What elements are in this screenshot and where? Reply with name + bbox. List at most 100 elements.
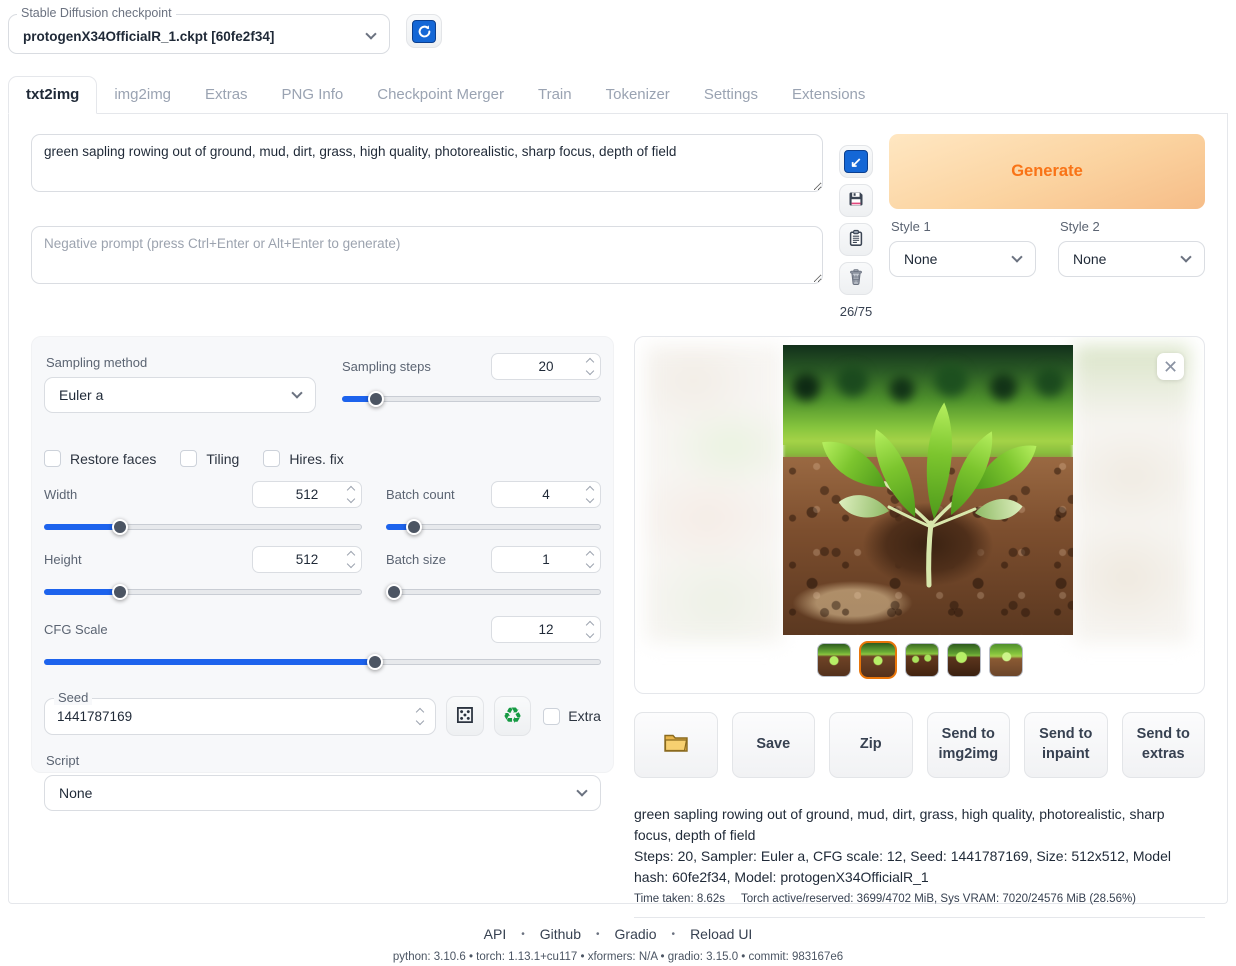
chevron-down-icon: [1180, 251, 1191, 262]
gallery-blur-left: [645, 345, 783, 643]
image-gallery: ✕: [634, 336, 1205, 694]
extra-seed-checkbox[interactable]: Extra: [543, 708, 601, 725]
slider-handle[interactable]: [368, 391, 384, 407]
generation-params-text: Steps: 20, Sampler: Euler a, CFG scale: …: [634, 846, 1205, 888]
hires-fix-checkbox[interactable]: Hires. fix: [263, 450, 343, 467]
restore-faces-label: Restore faces: [70, 451, 156, 467]
slider-handle[interactable]: [112, 519, 128, 535]
image-actions-row: Save Zip Send to img2img Send to inpaint…: [634, 712, 1205, 778]
thumbnail-1[interactable]: [817, 643, 851, 677]
script-dropdown[interactable]: None: [44, 775, 601, 811]
send-to-extras-button[interactable]: Send to extras: [1122, 712, 1206, 778]
open-folder-button[interactable]: [634, 712, 718, 778]
thumbnail-5[interactable]: [989, 643, 1023, 677]
checkbox-icon[interactable]: [180, 450, 197, 467]
send-to-img2img-button[interactable]: Send to img2img: [927, 712, 1011, 778]
prompt-input[interactable]: green sapling rowing out of ground, mud,…: [31, 134, 823, 192]
tab-settings[interactable]: Settings: [687, 77, 775, 113]
arrow-down-left-icon: ↙: [844, 150, 868, 173]
close-icon[interactable]: ✕: [1157, 353, 1184, 380]
style2-dropdown[interactable]: None: [1058, 241, 1205, 277]
width-slider[interactable]: [44, 519, 362, 535]
batch-size-slider[interactable]: [386, 584, 601, 600]
sampling-steps-slider[interactable]: [342, 391, 601, 407]
clear-prompt-button[interactable]: [839, 262, 873, 295]
width-label: Width: [44, 487, 77, 502]
chevron-down-icon: [576, 785, 587, 796]
style2-label: Style 2: [1060, 219, 1205, 234]
stepper-arrows-icon[interactable]: [587, 552, 593, 567]
save-style-button[interactable]: [839, 184, 873, 217]
checkpoint-dropdown[interactable]: Stable Diffusion checkpoint protogenX34O…: [8, 14, 390, 54]
checkbox-icon[interactable]: [263, 450, 280, 467]
slider-handle[interactable]: [112, 584, 128, 600]
tab-extensions[interactable]: Extensions: [775, 77, 882, 113]
sampling-method-dropdown[interactable]: Euler a: [44, 377, 316, 413]
token-counter: 26/75: [840, 304, 873, 319]
apply-style-button[interactable]: [839, 223, 873, 256]
extra-label: Extra: [568, 708, 601, 724]
stepper-arrows-icon[interactable]: [587, 359, 593, 374]
cfg-scale-slider[interactable]: [44, 654, 601, 670]
github-link[interactable]: Github: [540, 926, 581, 942]
restore-faces-checkbox[interactable]: Restore faces: [44, 450, 156, 467]
parameters-and-output: Sampling method Euler a Sampling steps 2…: [31, 336, 1205, 918]
tab-tokenizer[interactable]: Tokenizer: [589, 77, 687, 113]
generated-image[interactable]: [783, 345, 1073, 635]
stepper-arrows-icon[interactable]: [587, 487, 593, 502]
batch-count-slider[interactable]: [386, 519, 601, 535]
tab-extras[interactable]: Extras: [188, 77, 265, 113]
slider-handle[interactable]: [406, 519, 422, 535]
time-taken: Time taken: 8.62s: [634, 893, 725, 905]
style1-dropdown[interactable]: None: [889, 241, 1036, 277]
tab-checkpoint-merger[interactable]: Checkpoint Merger: [360, 77, 521, 113]
checkbox-icon[interactable]: [44, 450, 61, 467]
zip-button[interactable]: Zip: [829, 712, 913, 778]
checkbox-icon[interactable]: [543, 708, 560, 725]
reload-ui-link[interactable]: Reload UI: [690, 926, 752, 942]
chevron-down-icon: [1011, 251, 1022, 262]
tab-train[interactable]: Train: [521, 77, 589, 113]
api-link[interactable]: API: [484, 926, 507, 942]
sampling-steps-input[interactable]: 20: [491, 353, 601, 380]
generate-button[interactable]: Generate: [889, 134, 1205, 209]
tab-img2img[interactable]: img2img: [97, 77, 188, 113]
batch-size-input[interactable]: 1: [491, 546, 601, 573]
version-info: python: 3.10.6 • torch: 1.13.1+cu117 • x…: [0, 951, 1236, 963]
script-label: Script: [46, 753, 601, 768]
height-input[interactable]: 512: [252, 546, 362, 573]
slider-handle[interactable]: [367, 654, 383, 670]
thumbnail-2-selected[interactable]: [859, 641, 897, 679]
styles-row: Style 1 None Style 2 None: [889, 213, 1205, 277]
tab-txt2img[interactable]: txt2img: [8, 76, 97, 114]
batch-count-label: Batch count: [386, 487, 455, 502]
batch-count-input[interactable]: 4: [491, 481, 601, 508]
slider-handle[interactable]: [386, 584, 402, 600]
stepper-arrows-icon[interactable]: [348, 552, 354, 567]
reuse-seed-button[interactable]: ♻: [494, 696, 532, 736]
paste-generation-params-button[interactable]: ↙: [839, 145, 873, 178]
tiling-checkbox[interactable]: Tiling: [180, 450, 239, 467]
refresh-checkpoint-button[interactable]: [406, 14, 442, 48]
cfg-scale-input[interactable]: 12: [491, 616, 601, 643]
stepper-arrows-icon[interactable]: [417, 709, 423, 724]
thumbnail-3[interactable]: [905, 643, 939, 677]
stepper-arrows-icon[interactable]: [348, 487, 354, 502]
random-seed-button[interactable]: ⚄: [446, 696, 484, 736]
sapling-graphic: [783, 345, 1073, 635]
thumbnail-4[interactable]: [947, 643, 981, 677]
width-input[interactable]: 512: [252, 481, 362, 508]
gradio-link[interactable]: Gradio: [615, 926, 657, 942]
style1-value: None: [904, 251, 937, 267]
save-button[interactable]: Save: [732, 712, 816, 778]
height-value: 512: [296, 552, 319, 567]
height-slider[interactable]: [44, 584, 362, 600]
negative-prompt-input[interactable]: [31, 226, 823, 284]
stepper-arrows-icon[interactable]: [587, 622, 593, 637]
vram-usage: Torch active/reserved: 3699/4702 MiB, Sy…: [741, 893, 1136, 905]
tab-png-info[interactable]: PNG Info: [265, 77, 361, 113]
seed-input[interactable]: Seed 1441787169: [44, 698, 436, 735]
seed-label: Seed: [54, 690, 92, 705]
send-to-inpaint-button[interactable]: Send to inpaint: [1024, 712, 1108, 778]
script-value: None: [59, 785, 92, 801]
